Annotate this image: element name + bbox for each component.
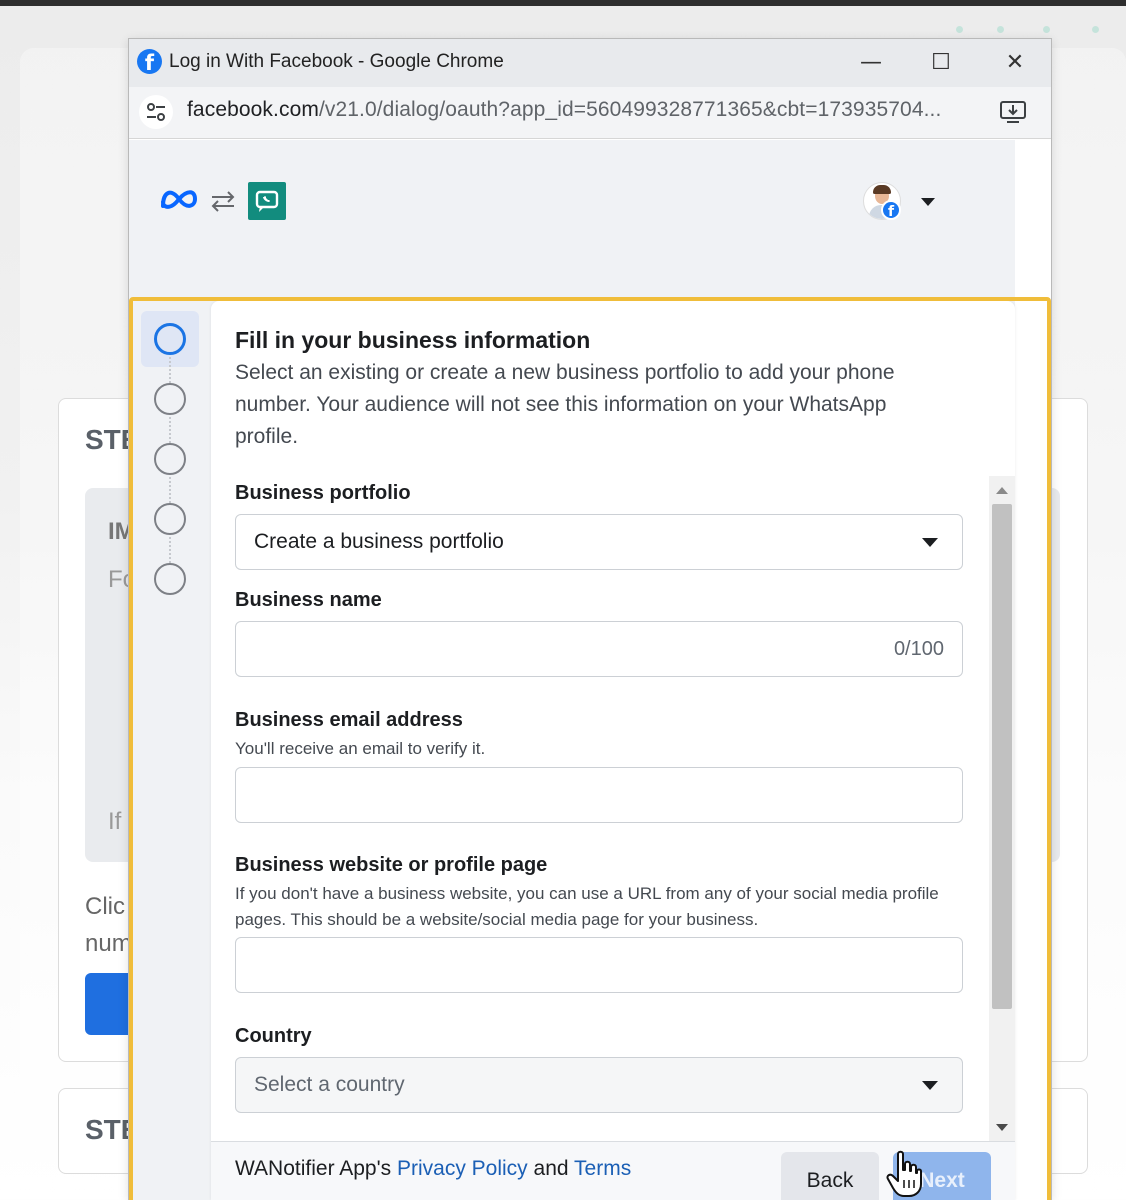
business-website-help: If you don't have a business website, yo… [235,884,939,929]
install-app-icon[interactable] [999,99,1027,125]
step-2-indicator [154,383,186,415]
business-email-label: Business email address [235,709,463,731]
scroll-down-arrow-icon[interactable] [996,1124,1008,1131]
site-info-icon[interactable] [139,95,173,129]
background-instruction-text-2: num [85,930,132,957]
country-select[interactable]: Select a country [235,1057,963,1113]
dialog-right-margin [1015,140,1051,1200]
privacy-policy-link[interactable]: Privacy Policy [397,1157,528,1180]
oauth-dialog: f Fill in your business information Sele… [129,140,1051,1200]
url-path: /v21.0/dialog/oauth?app_id=5604993287713… [318,98,942,121]
business-portfolio-value: Create a business portfolio [254,530,504,553]
footer-app-name: WANotifier App's [235,1157,392,1180]
chevron-down-icon [922,1081,938,1090]
business-portfolio-select[interactable]: Create a business portfolio [235,514,963,570]
close-button[interactable]: ✕ [989,43,1041,83]
form-title: Fill in your business information [235,327,591,353]
business-email-help: You'll receive an email to verify it. [235,739,486,758]
background-info-text-2: If [108,808,122,835]
step-1-indicator [154,323,186,355]
step-3-indicator [154,443,186,475]
progress-stepper [141,311,199,601]
form-description: Select an existing or create a new busin… [235,361,895,448]
footer-and: and [533,1157,569,1180]
scrollbar-thumb[interactable] [992,504,1012,1009]
url-domain: facebook.com [187,98,319,121]
country-label: Country [235,1025,312,1047]
address-bar[interactable]: facebook.com/v21.0/dialog/oauth?app_id=5… [129,87,1051,139]
back-button[interactable]: Back [781,1152,879,1200]
maximize-button[interactable]: ☐ [915,43,967,83]
hand-cursor-icon [886,1150,922,1197]
business-name-input[interactable]: 0/100 [235,621,963,677]
business-website-label: Business website or profile page [235,854,548,876]
chevron-down-icon[interactable] [921,198,935,206]
background-instruction-text: Clic [85,893,125,920]
business-email-input[interactable] [235,767,963,823]
business-portfolio-label: Business portfolio [235,482,411,504]
character-counter: 0/100 [893,638,944,660]
scroll-up-arrow-icon[interactable] [996,487,1008,494]
form-scroll-area[interactable]: Business portfolio Create a business por… [211,476,1015,1141]
screen-top-bar [0,0,1126,6]
minimize-button[interactable]: — [845,43,897,83]
business-website-input[interactable] [235,937,963,993]
window-titlebar[interactable]: f Log in With Facebook - Google Chrome —… [129,39,1051,87]
business-name-label: Business name [235,589,382,611]
window-title: Log in With Facebook - Google Chrome [169,51,504,72]
chevron-down-icon [922,538,938,547]
wanotifier-app-icon [248,182,286,220]
chrome-popup-window: f Log in With Facebook - Google Chrome —… [128,38,1052,1200]
url-text[interactable]: facebook.com/v21.0/dialog/oauth?app_id=5… [187,98,941,122]
swap-arrows-icon [211,191,235,212]
country-placeholder: Select a country [254,1073,405,1096]
business-info-form: Fill in your business information Select… [211,301,1015,1200]
step-4-indicator [154,503,186,535]
decorative-dots [950,26,1110,34]
meta-logo-icon [161,190,198,209]
terms-link[interactable]: Terms [574,1157,631,1180]
step-5-indicator [154,563,186,595]
footer-legal-text: WANotifier App's Privacy Policy and Term… [235,1157,631,1181]
facebook-badge-icon: f [881,200,901,220]
facebook-favicon-icon: f [137,49,162,74]
